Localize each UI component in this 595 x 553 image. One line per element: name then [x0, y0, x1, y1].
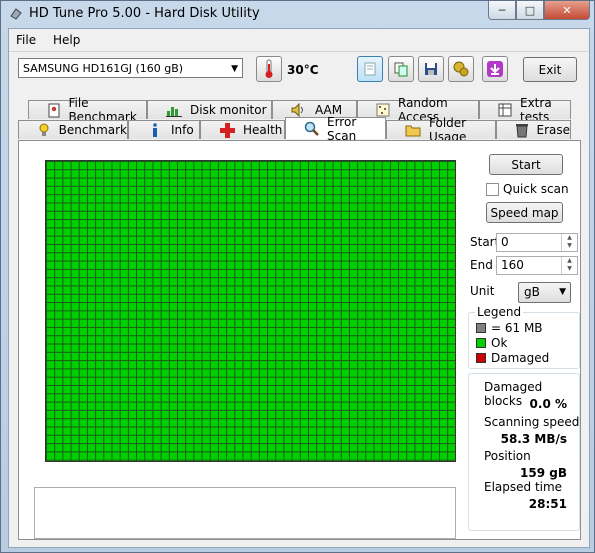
legend-title: Legend: [475, 305, 524, 319]
tab-benchmark[interactable]: Benchmark: [18, 120, 128, 139]
end-field-value: 160: [501, 258, 524, 272]
menu-file[interactable]: File: [16, 33, 36, 47]
download-button[interactable]: [482, 56, 508, 82]
copy-screenshot-icon: [394, 62, 408, 77]
legend-ok-label: Ok: [491, 336, 508, 350]
copy-screenshot-button[interactable]: [388, 56, 414, 82]
thermometer-icon: [265, 59, 273, 78]
gears-icon: [453, 61, 469, 77]
info-icon: [147, 122, 163, 138]
start-field-value: 0: [501, 235, 509, 249]
damaged-blocks-value: 0.0 %: [529, 397, 567, 411]
tab-disk-monitor[interactable]: Disk monitor: [147, 100, 272, 119]
file-benchmark-icon: [47, 102, 60, 118]
chevron-down-icon: ▼: [231, 64, 238, 74]
temperature-readout: 30°C: [287, 63, 319, 77]
hd-tune-app-icon: [10, 8, 22, 20]
scan-log-box: [34, 487, 456, 539]
minimize-button[interactable]: ─: [488, 1, 516, 20]
copy-text-button[interactable]: [357, 56, 383, 82]
end-spinner[interactable]: ▲ ▼: [561, 257, 577, 274]
close-button[interactable]: ✕: [544, 1, 590, 20]
chevron-down-icon: ▼: [559, 287, 566, 297]
exit-button[interactable]: Exit: [523, 57, 577, 82]
tab-erase[interactable]: Erase: [496, 120, 571, 139]
floppy-disk-icon: [425, 63, 437, 75]
extra-tests-icon: [498, 102, 512, 118]
quick-scan-label: Quick scan: [503, 182, 569, 196]
drive-select[interactable]: SAMSUNG HD161GJ (160 gB) ▼: [18, 58, 243, 78]
end-field-label: End: [470, 258, 493, 272]
menu-help[interactable]: Help: [53, 33, 80, 47]
magnifier-icon: [304, 121, 319, 137]
menu-bar: File Help: [9, 29, 589, 51]
legend-damaged-label: Damaged: [491, 351, 550, 365]
start-field[interactable]: 0 ▲ ▼: [496, 233, 578, 252]
window-title: HD Tune Pro 5.00 - Hard Disk Utility: [29, 6, 260, 21]
end-field[interactable]: 160 ▲ ▼: [496, 256, 578, 275]
tab-label: Info: [171, 123, 194, 137]
start-scan-button[interactable]: Start: [489, 154, 563, 175]
block-swatch: [476, 323, 486, 333]
error-scan-panel: Start Quick scan Speed map Start 0 ▲ ▼ En…: [18, 140, 581, 540]
tab-file-benchmark[interactable]: File Benchmark: [28, 96, 147, 124]
speed-map-button[interactable]: Speed map: [486, 202, 563, 223]
start-spinner[interactable]: ▲ ▼: [561, 234, 577, 251]
legend-block-size-label: = 61 MB: [491, 321, 543, 335]
temperature-button[interactable]: [256, 56, 282, 82]
position-value: 159 gB: [520, 466, 567, 480]
damaged-swatch: [476, 353, 486, 363]
client-area: File Help SAMSUNG HD161GJ (160 gB) ▼ 30°…: [8, 28, 590, 548]
unit-select[interactable]: gB ▼: [518, 282, 571, 303]
maximize-button[interactable]: □: [516, 1, 544, 20]
folder-icon: [405, 122, 421, 138]
title-bar[interactable]: HD Tune Pro 5.00 - Hard Disk Utility ─ □…: [1, 1, 594, 27]
tab-folder-usage[interactable]: Folder Usage: [386, 116, 496, 144]
trash-icon: [515, 122, 528, 138]
tab-label: Erase: [536, 123, 570, 137]
copy-icon: [364, 62, 376, 76]
disk-monitor-icon: [166, 102, 182, 118]
download-arrow-icon: [487, 61, 503, 77]
tab-info[interactable]: Info: [128, 120, 200, 139]
save-button[interactable]: [418, 56, 444, 82]
health-cross-icon: [219, 122, 235, 138]
unit-label: Unit: [470, 284, 495, 298]
tab-label: Error Scan: [327, 114, 357, 143]
drive-select-value: SAMSUNG HD161GJ (160 gB): [23, 62, 184, 75]
legend-damaged: Damaged: [476, 351, 549, 365]
tab-health[interactable]: Health: [200, 120, 285, 139]
position-label: Position: [484, 449, 531, 463]
scanning-speed-label: Scanning speed: [484, 415, 580, 429]
ok-swatch: [476, 338, 486, 348]
options-button[interactable]: [448, 56, 474, 82]
tab-label: Health: [243, 123, 283, 137]
start-field-label: Start: [470, 235, 500, 249]
tab-label: Benchmark: [58, 123, 127, 137]
lightbulb-icon: [37, 122, 51, 138]
elapsed-time-label: Elapsed time: [484, 480, 563, 494]
app-window: HD Tune Pro 5.00 - Hard Disk Utility ─ □…: [0, 0, 595, 553]
unit-select-value: gB: [524, 285, 540, 299]
toolbar-separator: [9, 51, 589, 52]
tab-label: Disk monitor: [190, 103, 267, 117]
scanning-speed-value: 58.3 MB/s: [500, 432, 567, 446]
elapsed-time-value: 28:51: [528, 497, 567, 511]
quick-scan-checkbox[interactable]: [486, 183, 499, 196]
speaker-icon: [291, 102, 307, 118]
legend-block-size: = 61 MB: [476, 321, 543, 335]
scan-block-grid: [45, 160, 456, 462]
tab-error-scan[interactable]: Error Scan: [285, 115, 386, 143]
legend-ok: Ok: [476, 336, 507, 350]
